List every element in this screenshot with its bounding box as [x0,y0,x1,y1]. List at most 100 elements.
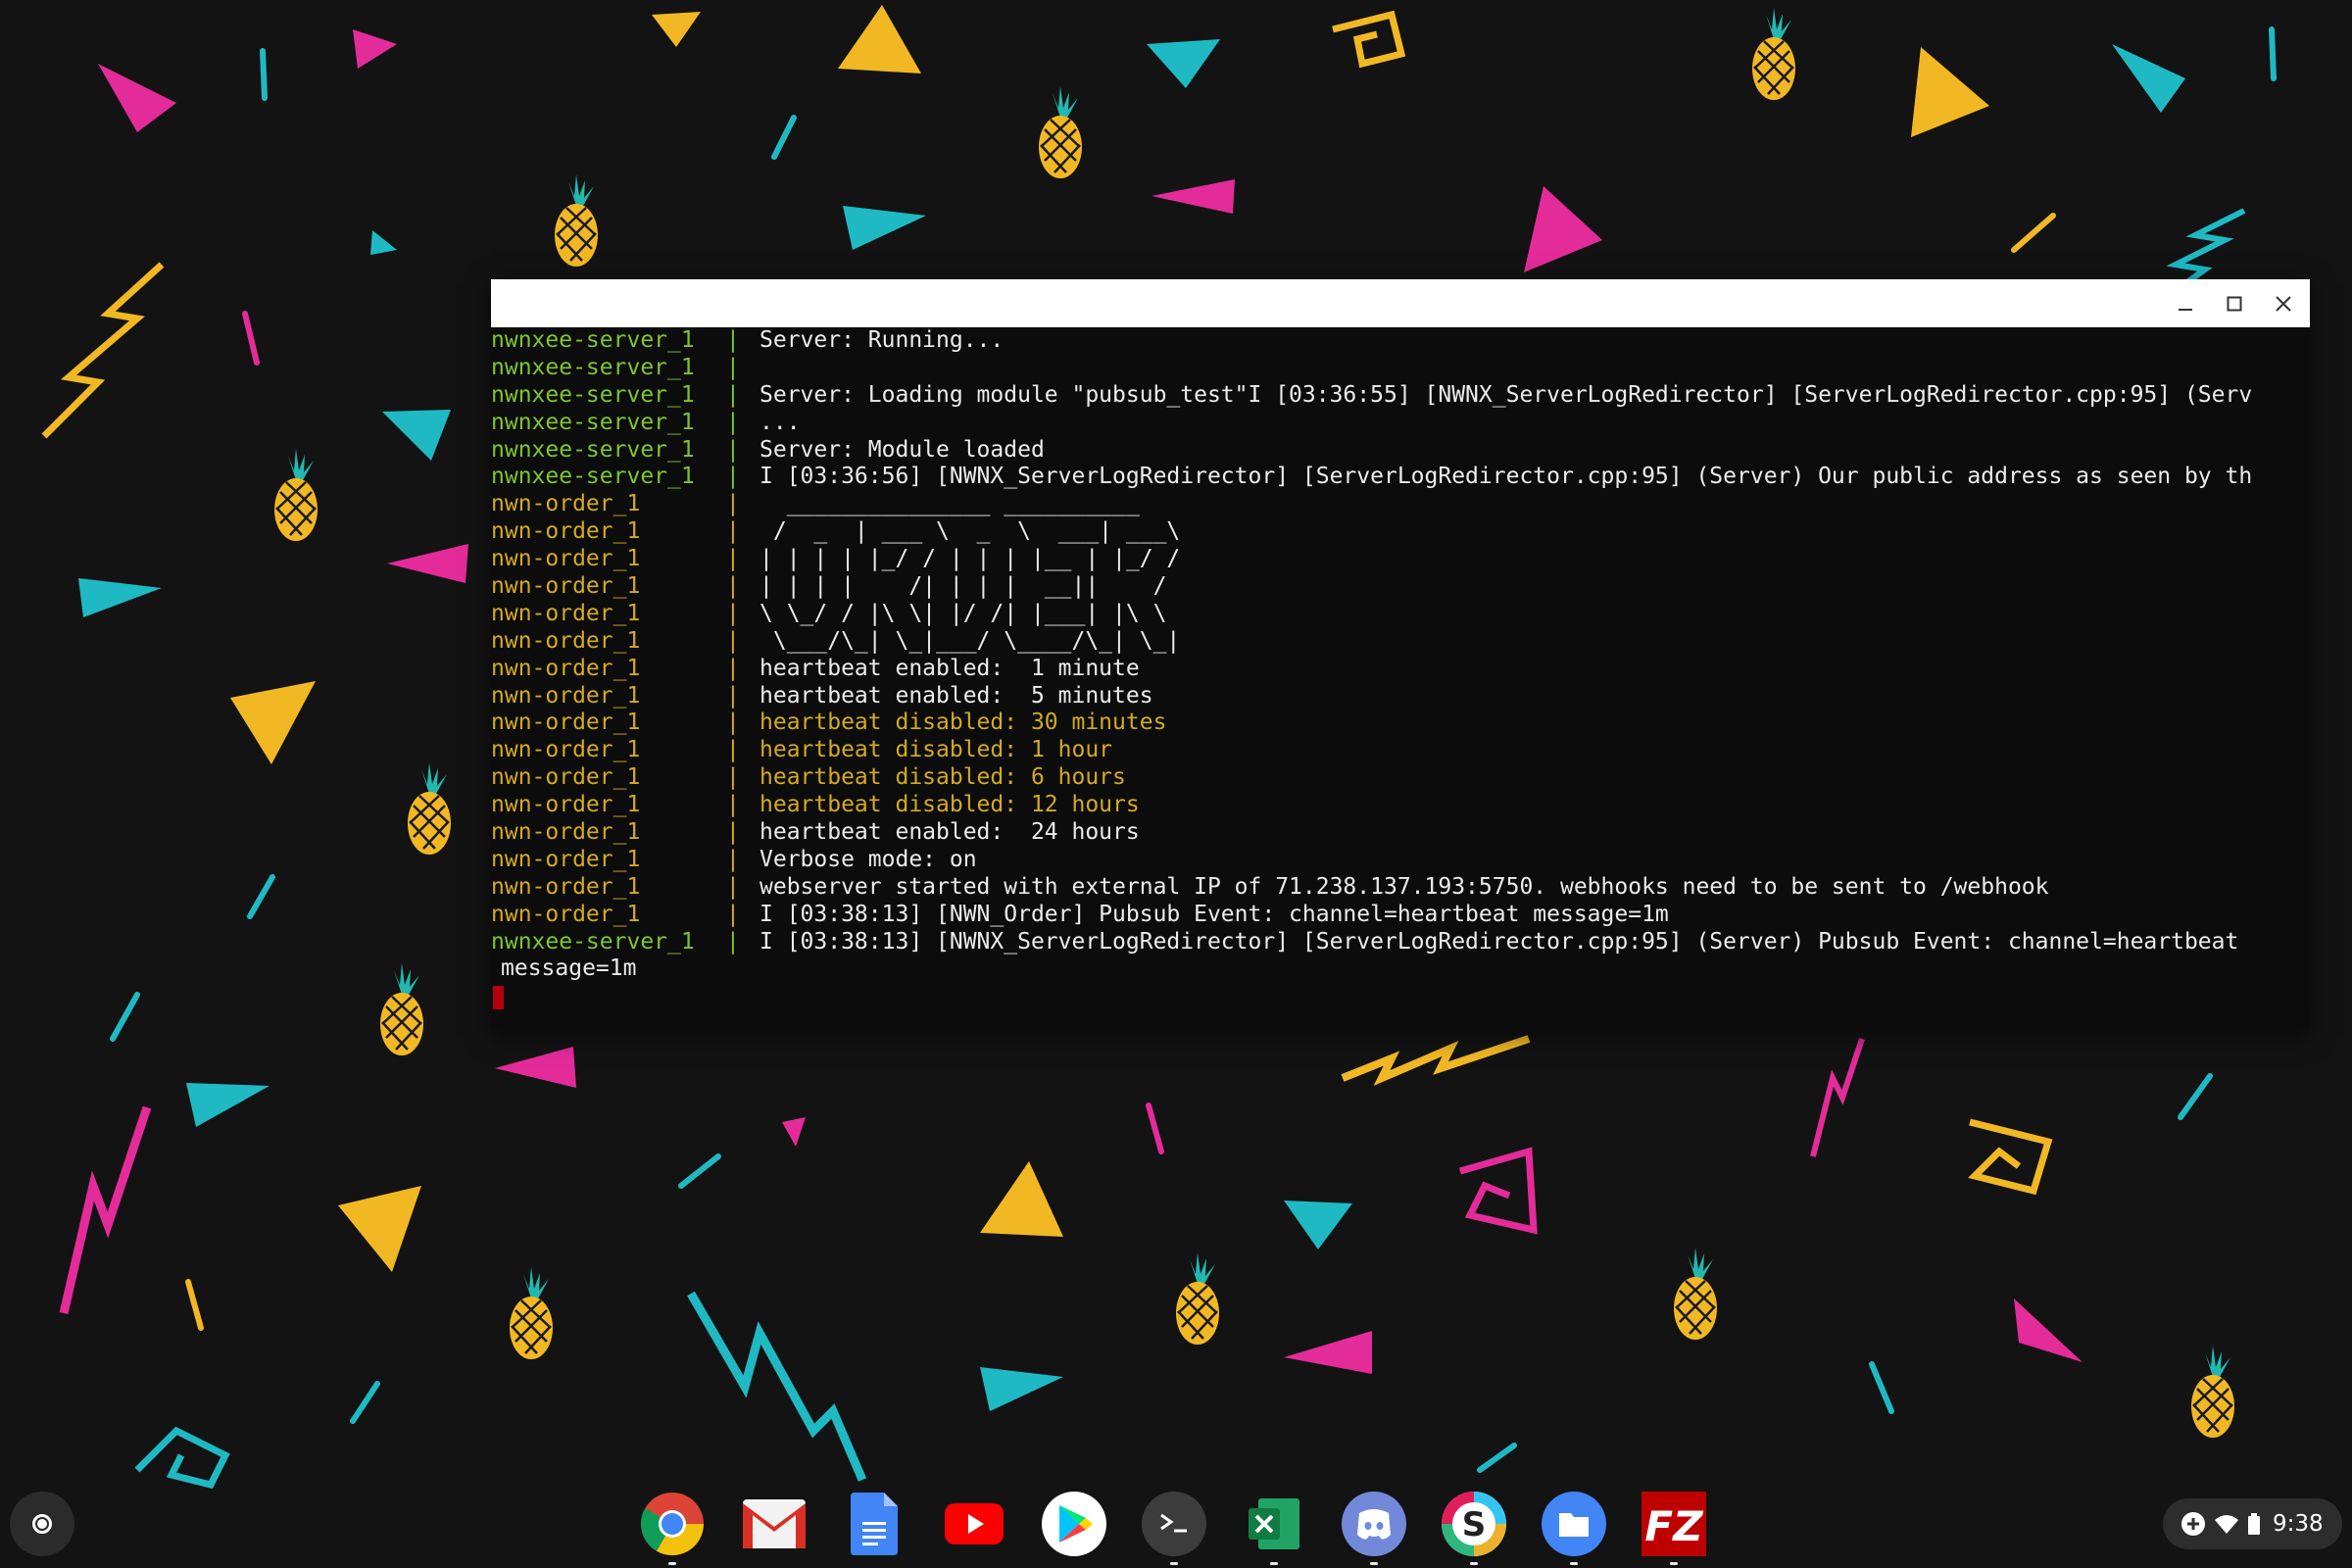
close-button[interactable] [2259,279,2308,327]
terminal-icon [1142,1492,1206,1556]
log-message: Server: Loading module "pubsub_test"I [0… [760,381,2253,408]
discord-app[interactable] [1341,1491,1407,1565]
discord-icon [1342,1492,1406,1556]
line-separator: | [726,464,740,490]
youtube-app[interactable] [941,1491,1007,1557]
launcher-icon [32,1514,52,1534]
service-name: nwn-order_1 [491,546,641,572]
line-separator: | [726,655,740,681]
service-name: nwn-order_1 [491,518,641,545]
terminal-line: nwn-order_1 | I [03:38:13] [NWN_Order] Pub… [491,902,2310,929]
close-icon [2276,295,2291,312]
battery-icon [2243,1513,2265,1535]
log-message: heartbeat enabled: 1 minute [760,655,1140,681]
log-message: heartbeat enabled: 5 minutes [760,682,1153,709]
service-name: nwn-order_1 [491,873,641,900]
line-separator: | [726,381,740,408]
line-separator: | [726,682,740,709]
service-name: nwnxee-server_1 [491,327,695,353]
log-message: | | | | |_/ / | | | |__ | |_/ / [760,546,1181,572]
excel-icon [1249,1498,1299,1549]
google-docs-icon [851,1493,898,1555]
svg-text:S: S [1462,1505,1487,1544]
line-separator: | [726,928,740,955]
terminal-line: nwn-order_1 | Verbose mode: on [491,847,2310,874]
terminal-line: nwn-order_1 | heartbeat enabled: 24 hours [491,819,2310,847]
service-name: nwnxee-server_1 [491,464,695,490]
service-name: nwn-order_1 [491,600,641,626]
svg-text:FZ: FZ [1644,1502,1704,1550]
terminal-line: nwn-order_1 | heartbeat disabled: 30 minut… [491,710,2310,737]
log-message: webserver started with external IP of 71… [760,873,2049,900]
filezilla-icon: FZ [1642,1492,1706,1556]
slack-app[interactable]: S [1441,1491,1507,1565]
gmail-app[interactable] [741,1491,808,1557]
play-store-icon [1042,1492,1106,1556]
maximize-button[interactable] [2210,279,2259,327]
terminal-line: nwn-order_1 | _______________ __________ [491,491,2310,518]
slack-icon: S [1442,1492,1506,1556]
line-separator: | [726,327,740,353]
log-message: heartbeat disabled: 6 hours [760,764,1126,791]
line-separator: | [726,491,740,517]
service-name: nwn-order_1 [491,819,641,846]
log-message: _______________ __________ [760,491,1140,517]
window-titlebar[interactable] [491,279,2310,327]
terminal-output[interactable]: nwnxee-server_1 | Server: Running... nwnxee… [491,327,2310,1029]
files-app[interactable] [1541,1491,1607,1565]
terminal-line: nwn-order_1 | / _ | ___ \ _ \ ___| ___\ [491,518,2310,546]
line-separator: | [726,573,740,600]
play-store-app[interactable] [1041,1491,1107,1557]
log-message: \___/\_| \_|___/ \____/\_| \_| [760,627,1181,654]
log-message: Server: Running... [760,327,1004,353]
terminal-line: nwn-order_1 | heartbeat disabled: 6 hours [491,764,2310,792]
filezilla-app[interactable]: FZ [1641,1491,1707,1565]
google-docs-app[interactable] [841,1491,907,1557]
terminal-line: nwnxee-server_1 | I [03:38:13] [NWNX_Serve… [491,929,2310,956]
log-message: \ \_/ / |\ \| |/ /| |___| |\ \ [760,600,1167,626]
log-message: I [03:38:13] [NWNX_ServerLogRedirector] … [760,928,2239,955]
terminal-line: nwn-order_1 | heartbeat disabled: 12 hours [491,792,2310,819]
prompt-line[interactable] [491,983,2310,1010]
line-separator: | [726,600,740,626]
status-tray[interactable]: 9:38 [2163,1498,2342,1549]
line-separator: | [726,546,740,572]
line-separator: | [726,792,740,818]
service-name: nwnxee-server_1 [491,381,695,408]
wrapped-continuation: message=1m [501,956,637,982]
service-name: nwn-order_1 [491,764,641,791]
minimize-icon [2179,308,2192,311]
launcher-button[interactable] [10,1492,74,1556]
line-separator: | [726,354,740,380]
service-name: nwnxee-server_1 [491,354,695,380]
line-separator: | [726,901,740,927]
line-separator: | [726,710,740,736]
service-name: nwn-order_1 [491,846,641,872]
terminal-line: nwnxee-server_1 | Server: Running... [491,327,2310,355]
log-message: / _ | ___ \ _ \ ___| ___\ [760,518,1181,545]
wifi-icon [2210,1514,2243,1534]
terminal-line: nwnxee-server_1 |... [491,410,2310,437]
log-message: heartbeat disabled: 12 hours [760,792,1140,818]
log-message: | | | | /| | | | __|| / [760,573,1167,600]
service-name: nwn-order_1 [491,655,641,681]
files-icon [1542,1492,1606,1556]
service-name: nwn-order_1 [491,710,641,736]
log-message: heartbeat disabled: 30 minutes [760,710,1167,736]
terminal-line: nwn-order_1 | | | | | /| | | | __|| / [491,573,2310,601]
log-message: ... [760,409,801,435]
terminal-window: nwnxee-server_1 | Server: Running... nwnxee… [491,279,2310,1029]
add-circle-icon [2177,1511,2210,1537]
chrome-app[interactable] [639,1491,706,1565]
service-name: nwn-order_1 [491,627,641,654]
excel-app[interactable] [1241,1491,1307,1565]
terminal-app[interactable] [1141,1491,1207,1565]
text-cursor [493,986,504,1010]
maximize-icon [2227,296,2242,311]
minimize-button[interactable] [2161,279,2210,327]
terminal-line: nwn-order_1 | \ \_/ / |\ \| |/ /| |___| |\… [491,601,2310,628]
log-message: I [03:38:13] [NWN_Order] Pubsub Event: c… [760,901,1669,927]
line-separator: | [726,409,740,435]
line-separator: | [726,737,740,763]
service-name: nwn-order_1 [491,901,641,927]
